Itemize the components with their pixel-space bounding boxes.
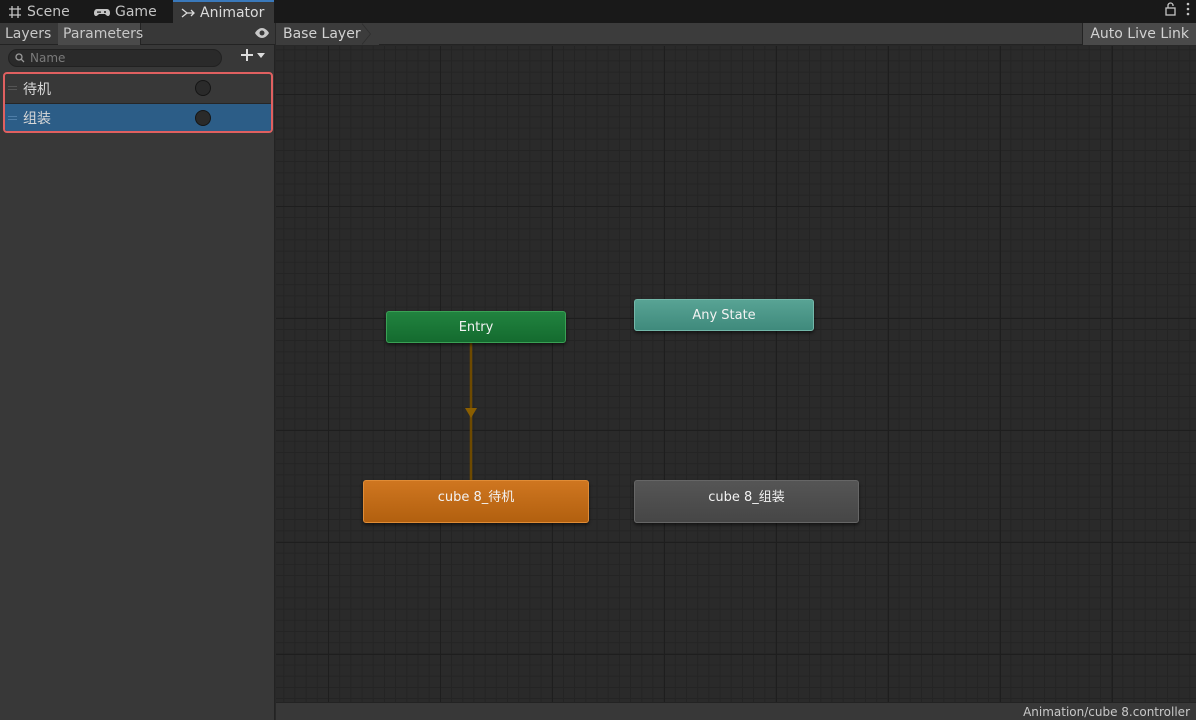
lock-icon[interactable] [1165,2,1176,16]
tab-scene[interactable]: Scene [0,0,78,23]
state-node[interactable]: cube 8_组装 [634,480,859,523]
tab-parameters[interactable]: Parameters [58,23,143,45]
entry-node[interactable]: Entry [386,311,566,343]
chevron-down-icon [257,53,265,58]
add-parameter-button[interactable] [240,48,265,62]
search-input[interactable] [30,51,210,65]
eye-icon[interactable] [254,27,270,39]
tab-scene-label: Scene [27,3,70,20]
parameter-row[interactable]: 待机 [5,74,271,103]
breadcrumb-separator-fill [361,23,370,45]
tab-animator-label: Animator [200,4,265,21]
kebab-menu-icon[interactable] [1186,2,1190,16]
drag-handle-icon[interactable] [8,116,17,120]
tab-animator[interactable]: Animator [173,0,274,23]
editor-tab-bar: Scene Game Animator [0,0,1196,23]
parameters-panel: Layers Parameters 待机 组装 [0,23,275,720]
drag-handle-icon[interactable] [8,86,17,90]
plus-icon [241,49,253,61]
search-icon [15,53,25,63]
any-state-node[interactable]: Any State [634,299,814,331]
trigger-toggle[interactable] [195,80,211,96]
parameter-row[interactable]: 组装 [5,103,271,131]
status-bar: Animation/cube 8.controller [276,702,1196,720]
auto-live-link-button[interactable]: Auto Live Link [1082,23,1196,45]
default-state-node[interactable]: cube 8_待机 [363,480,589,523]
trigger-toggle[interactable] [195,110,211,126]
gamepad-icon [94,8,110,16]
tab-game-label: Game [115,3,157,20]
animator-icon [181,7,195,18]
graph-toolbar: Base Layer Auto Live Link [276,23,1196,45]
state-machine-graph[interactable]: Entry Any State cube 8_待机 cube 8_组装 [276,46,1196,702]
parameter-name: 待机 [23,81,51,98]
parameter-name: 组装 [23,111,51,127]
window-actions [1165,2,1190,16]
controller-path: Animation/cube 8.controller [1023,704,1190,719]
parameter-list: 待机 组装 [3,72,273,133]
tab-layers[interactable]: Layers [0,23,56,45]
grid-icon [9,5,21,18]
panel-tabs: Layers Parameters [0,23,275,45]
transition-arrow[interactable] [276,46,1196,702]
tab-game[interactable]: Game [86,0,165,23]
parameter-search[interactable] [8,49,222,67]
